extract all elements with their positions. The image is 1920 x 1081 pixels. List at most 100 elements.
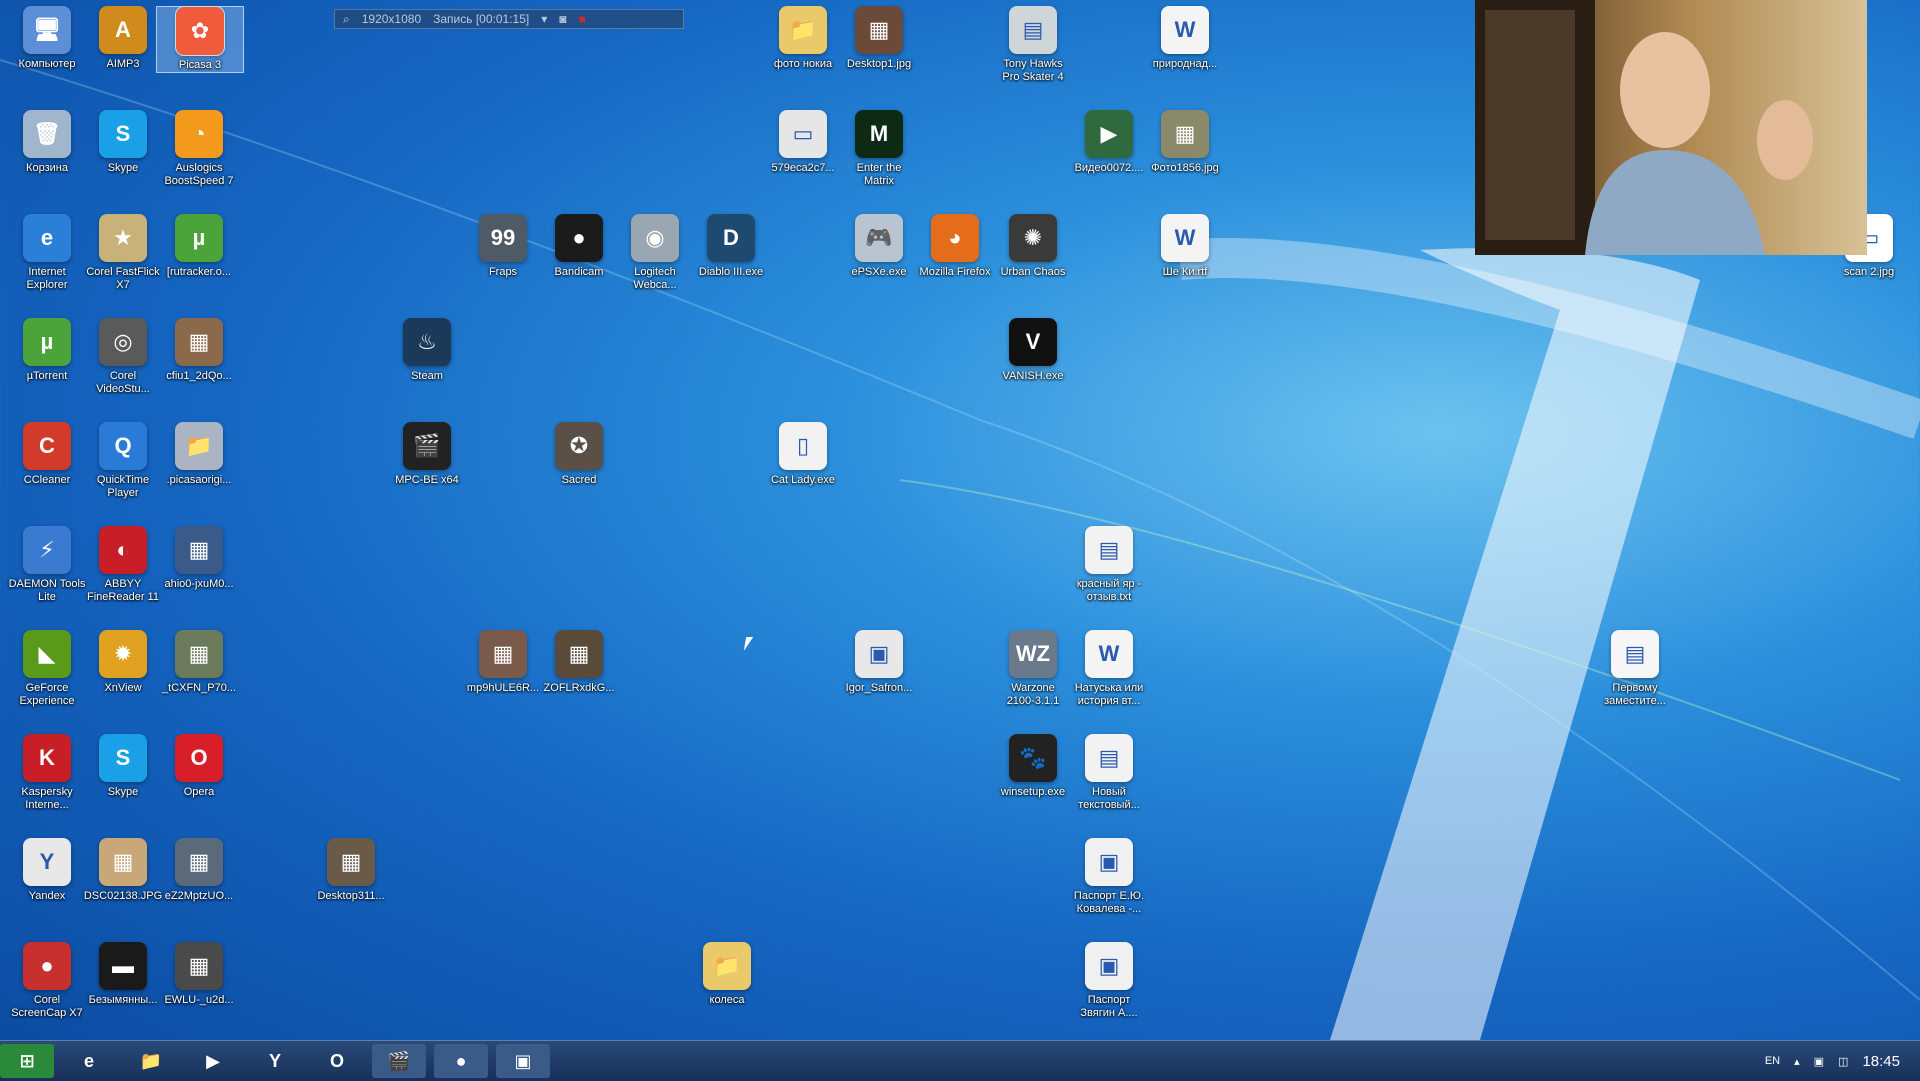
webcam-person-image bbox=[1475, 0, 1813, 255]
network-icon[interactable]: ▣ bbox=[1814, 1055, 1824, 1068]
desktop-icon[interactable]: ◐ ABBYY FineReader 11 bbox=[80, 526, 166, 604]
bandicam-taskbar-icon[interactable]: ● bbox=[434, 1044, 488, 1078]
desktop-icon[interactable]: ▣ Паспорт Звягин А.... bbox=[1066, 942, 1152, 1020]
desktop-icon[interactable]: ▦ Desktop311... bbox=[308, 838, 394, 903]
desktop-icon-label: EWLU-_u2d... bbox=[164, 994, 234, 1006]
desktop-icon[interactable]: ▬ Безымянны... bbox=[80, 942, 166, 1007]
desktop-icon[interactable]: V VANISH.exe bbox=[990, 318, 1076, 383]
screen-recorder-toolbar[interactable]: ⌕ 1920x1080 Запись [00:01:15] ▾ ◙ ■ bbox=[334, 9, 684, 29]
desktop-icon[interactable]: WZ Warzone 2100-3.1.1 bbox=[990, 630, 1076, 708]
camera-icon[interactable]: ◙ bbox=[559, 12, 566, 26]
desktop-icon[interactable]: ▦ ZOFLRxdkG... bbox=[536, 630, 622, 695]
desktop-icon[interactable]: ◕ Mozilla Firefox bbox=[912, 214, 998, 279]
desktop-icon[interactable]: ⚡ DAEMON Tools Lite bbox=[4, 526, 90, 604]
desktop-icon[interactable]: S Skype bbox=[80, 110, 166, 175]
desktop-icon-label: природнад... bbox=[1152, 58, 1218, 70]
desktop-icon[interactable]: M Enter the Matrix bbox=[836, 110, 922, 188]
desktop-icon[interactable]: µ [rutracker.o... bbox=[156, 214, 242, 279]
desktop-icon[interactable]: A AIMP3 bbox=[80, 6, 166, 71]
desktop-icon[interactable]: D Diablo III.exe bbox=[688, 214, 774, 279]
desktop-icon[interactable]: ▯ Cat Lady.exe bbox=[760, 422, 846, 487]
desktop-icon[interactable]: ▦ Desktop1.jpg bbox=[836, 6, 922, 71]
desktop-icon[interactable]: ✹ XnView bbox=[80, 630, 166, 695]
desktop-icon[interactable]: ▦ cfiu1_2dQo... bbox=[156, 318, 242, 383]
desktop-icon[interactable]: ◣ GeForce Experience bbox=[4, 630, 90, 708]
desktop-icon[interactable]: 📁 .picasaorigi... bbox=[156, 422, 242, 487]
desktop-icon[interactable]: ▤ Первому заместите... bbox=[1592, 630, 1678, 708]
desktop-icon[interactable]: Y Yandex bbox=[4, 838, 90, 903]
desktop-icon-label: Internet Explorer bbox=[26, 266, 68, 291]
mpc-be-icon: 🎬 bbox=[403, 422, 451, 470]
desktop-icon[interactable]: 🎬 MPC-BE x64 bbox=[384, 422, 470, 487]
desktop-icon[interactable]: 📁 колеса bbox=[684, 942, 770, 1007]
desktop-icon[interactable]: ▦ Фото1856.jpg bbox=[1142, 110, 1228, 175]
video-file-icon: ▶ bbox=[1085, 110, 1133, 158]
desktop-icon[interactable]: ▤ красный яр - отзыв.txt bbox=[1066, 526, 1152, 604]
opera-taskbar-icon[interactable]: O bbox=[310, 1044, 364, 1078]
desktop-icon-label: MPC-BE x64 bbox=[395, 474, 459, 486]
desktop-icon[interactable]: ▣ Паспорт Е.Ю. Ковалева -... bbox=[1066, 838, 1152, 916]
desktop-icon[interactable]: 99 Fraps bbox=[460, 214, 546, 279]
corel-screencap-icon: ● bbox=[23, 942, 71, 990]
desktop-icon[interactable]: S Skype bbox=[80, 734, 166, 799]
desktop-icon[interactable]: ✺ Urban Chaos bbox=[990, 214, 1076, 279]
mpc-taskbar-icon[interactable]: 🎬 bbox=[372, 1044, 426, 1078]
image-file-icon: ▭ bbox=[779, 110, 827, 158]
image-file-icon: ▦ bbox=[1161, 110, 1209, 158]
desktop-icon-label: ZOFLRxdkG... bbox=[543, 682, 615, 694]
desktop-icon[interactable]: ▤ Новый текстовый... bbox=[1066, 734, 1152, 812]
desktop-icon[interactable]: ▦ DSC02138.JPG bbox=[80, 838, 166, 903]
desktop-icon[interactable]: ◎ Corel VideoStu... bbox=[80, 318, 166, 396]
show-hidden-icons-icon[interactable]: ▴ bbox=[1794, 1055, 1800, 1068]
pdf-file-icon: ▣ bbox=[1085, 838, 1133, 886]
desktop-icon[interactable]: Wприроднад... bbox=[1142, 6, 1228, 71]
desktop-icon-label: ahio0-jxuM0... bbox=[164, 578, 234, 590]
desktop-icon[interactable]: ◔ Auslogics BoostSpeed 7 bbox=[156, 110, 242, 188]
desktop-icon[interactable]: ▦ mp9hULE6R... bbox=[460, 630, 546, 695]
desktop-icon[interactable]: 🐾 winsetup.exe bbox=[990, 734, 1076, 799]
vanish-icon: V bbox=[1009, 318, 1057, 366]
chevron-down-icon[interactable]: ▾ bbox=[541, 12, 547, 26]
explorer-taskbar-icon[interactable]: 📁 bbox=[124, 1044, 178, 1078]
desktop-icon[interactable]: ▭ 579eca2c7... bbox=[760, 110, 846, 175]
desktop-icon[interactable]: W Натуська или история вт... bbox=[1066, 630, 1152, 708]
desktop-icon[interactable]: W Ше Ки.rtf bbox=[1142, 214, 1228, 279]
desktop-icon-label: Корзина bbox=[26, 162, 68, 174]
desktop-icon[interactable]: C CCleaner bbox=[4, 422, 90, 487]
desktop-icon[interactable]: ▦ _tCXFN_P70... bbox=[156, 630, 242, 695]
corel-videostudio-icon: ◎ bbox=[99, 318, 147, 366]
desktop-icon[interactable]: ✪ Sacred bbox=[536, 422, 622, 487]
desktop-icon[interactable]: e Internet Explorer bbox=[4, 214, 90, 292]
desktop-icon[interactable]: Q QuickTime Player bbox=[80, 422, 166, 500]
recorder-status: Запись [00:01:15] bbox=[433, 12, 530, 26]
desktop-icon[interactable]: 📁 фото нокиа bbox=[760, 6, 846, 71]
stop-icon[interactable]: ■ bbox=[579, 12, 586, 26]
desktop-icon[interactable]: ▤ Tony Hawks Pro Skater 4 bbox=[990, 6, 1076, 84]
desktop-icon[interactable]: µ µTorrent bbox=[4, 318, 90, 383]
volume-icon[interactable]: ◫ bbox=[1838, 1055, 1848, 1068]
desktop-icon[interactable]: ▦ ahio0-jxuM0... bbox=[156, 526, 242, 591]
desktop-icon[interactable]: 🎮 ePSXe.exe bbox=[836, 214, 922, 279]
desktop-icon[interactable]: ▦ eZ2MptzUO... bbox=[156, 838, 242, 903]
window-taskbar-icon[interactable]: ▣ bbox=[496, 1044, 550, 1078]
desktop-icon[interactable]: O Opera bbox=[156, 734, 242, 799]
desktop-icon[interactable]: ▣ Igor_Safron... bbox=[836, 630, 922, 695]
desktop-icon[interactable]: ● Corel ScreenCap X7 bbox=[4, 942, 90, 1020]
ie-taskbar-icon[interactable]: e bbox=[62, 1044, 116, 1078]
desktop-icon[interactable]: ● Bandicam bbox=[536, 214, 622, 279]
desktop-icon[interactable]: 🖥 Компьютер bbox=[4, 6, 90, 71]
desktop-icon[interactable]: ◉ Logitech Webca... bbox=[612, 214, 698, 292]
desktop-icon[interactable]: ▦ EWLU-_u2d... bbox=[156, 942, 242, 1007]
yandex-taskbar-icon[interactable]: Y bbox=[248, 1044, 302, 1078]
clock[interactable]: 18:45 bbox=[1862, 1053, 1900, 1070]
desktop-icon[interactable]: ▶ Видео0072.... bbox=[1066, 110, 1152, 175]
start-button[interactable]: ⊞ bbox=[0, 1044, 54, 1078]
media-player-taskbar-icon[interactable]: ▶ bbox=[186, 1044, 240, 1078]
desktop-icon[interactable]: ♨ Steam bbox=[384, 318, 470, 383]
desktop-icon[interactable]: K Kaspersky Interne... bbox=[4, 734, 90, 812]
desktop-icon[interactable]: ★ Corel FastFlick X7 bbox=[80, 214, 166, 292]
language-indicator[interactable]: EN bbox=[1765, 1055, 1780, 1067]
desktop-icon[interactable]: 🗑 Корзина bbox=[4, 110, 90, 175]
rtf-doc-icon: W bbox=[1161, 214, 1209, 262]
desktop-icon[interactable]: ✿ Picasa 3 bbox=[156, 6, 244, 73]
